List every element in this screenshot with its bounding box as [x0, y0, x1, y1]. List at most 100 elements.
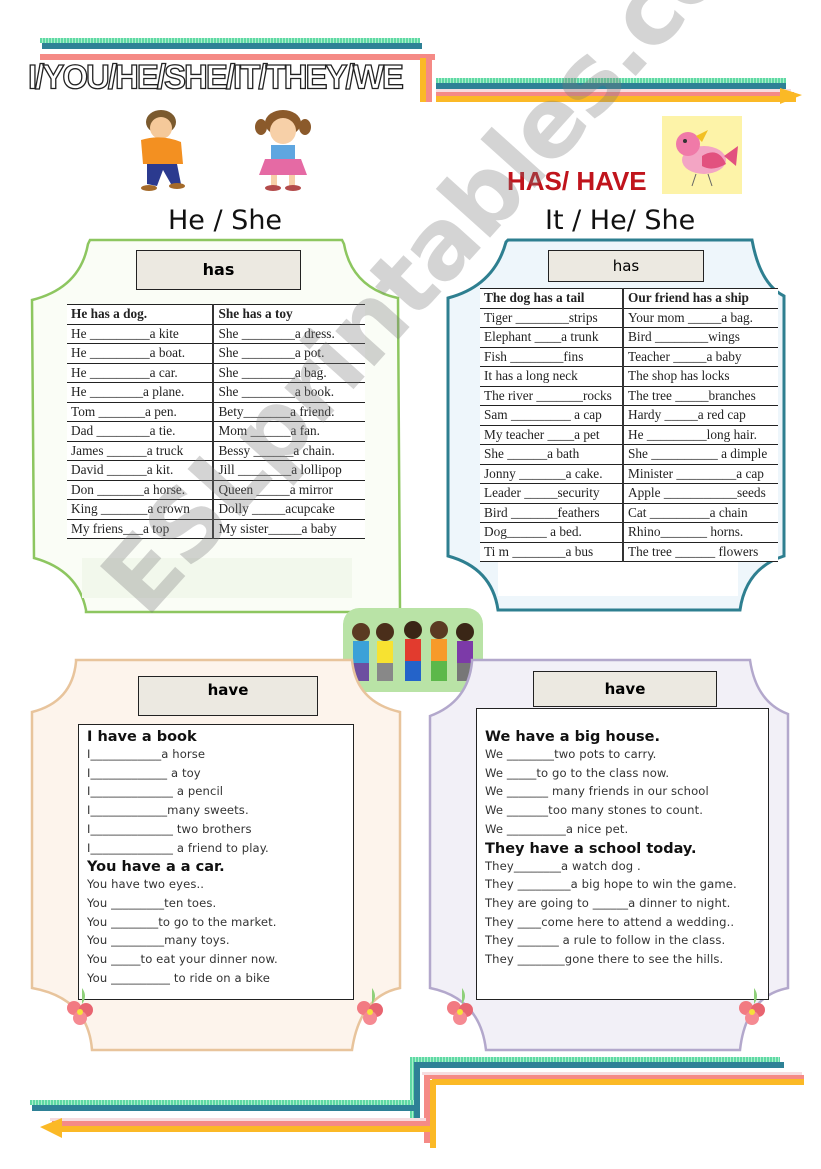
fill-in-blank-sentence[interactable]: He _________a car. [67, 362, 215, 383]
girl-image [247, 105, 319, 193]
example-sentence: She has a toy [213, 304, 365, 325]
fill-in-blank-sentence[interactable]: I______________ a friend to play. [87, 839, 345, 858]
example-sentence-i: I have a book [87, 729, 197, 745]
flower-icon [67, 988, 93, 1025]
exercise-table-it-he-she: The dog has a tail Our friend has a ship T… [480, 288, 778, 562]
fill-in-blank-sentence[interactable]: Tom _______a pen. [67, 401, 215, 422]
table-row: Tom _______a pen. Bety_______a friend. [67, 401, 365, 422]
fill-in-blank-sentence[interactable]: He ________a plane. [67, 382, 215, 403]
fill-in-blank-sentence[interactable]: The tree _____branches [623, 385, 778, 406]
fill-in-blank-sentence[interactable]: She ________a bag. [213, 362, 365, 383]
fill-in-blank-sentence[interactable]: You ________to go to the market. [87, 913, 345, 932]
example-sentence: The dog has a tail [480, 288, 624, 309]
fill-in-blank-sentence[interactable]: It has a long neck [480, 366, 624, 387]
fill-in-blank-sentence[interactable]: Jill ________a lollipop [213, 460, 365, 481]
fill-in-blank-sentence[interactable]: They are going to ______a dinner to nigh… [485, 894, 760, 913]
exercise-lines-we: We ________two pots to carry. We _____to … [485, 745, 760, 839]
fill-in-blank-sentence[interactable]: The tree ______ flowers [623, 541, 778, 562]
fill-in-blank-sentence[interactable]: King _______a crown [67, 499, 215, 520]
label-have: have [138, 676, 318, 716]
fill-in-blank-sentence[interactable]: Hardy _____a red cap [623, 405, 778, 426]
fill-in-blank-sentence[interactable]: Bird ________wings [623, 327, 778, 348]
fill-in-blank-sentence[interactable]: Don _______a horse. [67, 479, 215, 500]
table-row: King _______a crown Dolly _____acupcake [67, 499, 365, 520]
fill-in-blank-sentence[interactable]: He _________a kite [67, 323, 215, 344]
fill-in-blank-sentence[interactable]: They ____come here to attend a wedding.. [485, 913, 760, 932]
fill-in-blank-sentence[interactable]: Dolly _____acupcake [213, 499, 365, 520]
fill-in-blank-sentence[interactable]: Dad ________a tie. [67, 421, 215, 442]
fill-in-blank-sentence[interactable]: My sister_____a baby [213, 518, 365, 539]
fill-in-blank-sentence[interactable]: Your mom _____a bag. [623, 307, 778, 328]
fill-in-blank-sentence[interactable]: Apple ___________seeds [623, 483, 778, 504]
fill-in-blank-sentence[interactable]: James ______a truck [67, 440, 215, 461]
table-row: Dad ________a tie. Mom ______a fan. [67, 421, 365, 442]
table-row: He _________a car. She ________a bag. [67, 362, 365, 383]
fill-in-blank-sentence[interactable]: Ti m ________a bus [480, 541, 624, 562]
fill-in-blank-sentence[interactable]: We __________a nice pet. [485, 820, 760, 839]
fill-in-blank-sentence[interactable]: He _________long hair. [623, 424, 778, 445]
fill-in-blank-sentence[interactable]: You __________ to ride on a bike [87, 969, 345, 988]
fill-in-blank-sentence[interactable]: You _________many toys. [87, 931, 345, 950]
fill-in-blank-sentence[interactable]: I_____________ a toy [87, 764, 345, 783]
fill-in-blank-sentence[interactable]: They _______ a rule to follow in the cla… [485, 931, 760, 950]
fill-in-blank-sentence[interactable]: Bety_______a friend. [213, 401, 365, 422]
fill-in-blank-sentence[interactable]: Fish ________fins [480, 346, 624, 367]
table-row: James ______a truck Bessy ______a chain. [67, 440, 365, 461]
fill-in-blank-sentence[interactable]: We ________two pots to carry. [485, 745, 760, 764]
fill-in-blank-sentence[interactable]: Cat _________a chain [623, 502, 778, 523]
fill-in-blank-sentence[interactable]: She ________a book. [213, 382, 365, 403]
fill-in-blank-sentence[interactable]: I_____________many sweets. [87, 801, 345, 820]
fill-in-blank-sentence[interactable]: You _________ten toes. [87, 894, 345, 913]
fill-in-blank-sentence[interactable]: We _______too many stones to count. [485, 801, 760, 820]
fill-in-blank-sentence[interactable]: Elephant ____a trunk [480, 327, 624, 348]
table-row: David ______a kit. Jill ________a lollipo… [67, 460, 365, 481]
flower-icon [739, 988, 765, 1025]
example-sentence: He has a dog. [67, 304, 215, 325]
fill-in-blank-sentence[interactable]: She __________ a dimple [623, 444, 778, 465]
fill-in-blank-sentence[interactable]: The shop has locks [623, 366, 778, 387]
fill-in-blank-sentence[interactable]: They________a watch dog . [485, 857, 760, 876]
fill-in-blank-sentence[interactable]: She ______a bath [480, 444, 624, 465]
arrow-left-icon [40, 1118, 62, 1138]
fill-in-blank-sentence[interactable]: Leader _____security [480, 483, 624, 504]
fill-in-blank-sentence[interactable]: David ______a kit. [67, 460, 215, 481]
exercise-box-we-they: We have a big house. We ________two pots… [476, 708, 769, 1000]
fill-in-blank-sentence[interactable]: You have two eyes.. [87, 875, 345, 894]
fill-in-blank-sentence[interactable]: Teacher _____a baby [623, 346, 778, 367]
fill-in-blank-sentence[interactable]: Minister _________a cap [623, 463, 778, 484]
fill-in-blank-sentence[interactable]: Dog______ a bed. [480, 522, 624, 543]
fill-in-blank-sentence[interactable]: The river _______rocks [480, 385, 624, 406]
fill-in-blank-sentence[interactable]: They ________gone there to see the hills… [485, 950, 760, 969]
fill-in-blank-sentence[interactable]: You _____to eat your dinner now. [87, 950, 345, 969]
table-row: It has a long neck The shop has locks [480, 366, 778, 387]
arrow-right-icon [780, 88, 802, 104]
fill-in-blank-sentence[interactable]: Tiger ________strips [480, 307, 624, 328]
fill-in-blank-sentence[interactable]: He _________a boat. [67, 343, 215, 364]
table-row: He _________a boat. She ________a pot. [67, 343, 365, 364]
table-row: Dog______ a bed. Rhino_______ horns. [480, 522, 778, 543]
fill-in-blank-sentence[interactable]: Jonny _______a cake. [480, 463, 624, 484]
fill-in-blank-sentence[interactable]: Rhino_______ horns. [623, 522, 778, 543]
fill-in-blank-sentence[interactable]: Queen _____a mirror [213, 479, 365, 500]
table-row: Tiger ________strips Your mom _____a bag. [480, 307, 778, 328]
fill-in-blank-sentence[interactable]: We _____to go to the class now. [485, 764, 760, 783]
fill-in-blank-sentence[interactable]: Bessy ______a chain. [213, 440, 365, 461]
fill-in-blank-sentence[interactable]: We _______ many friends in our school [485, 782, 760, 801]
fill-in-blank-sentence[interactable]: My friens___a top [67, 518, 215, 539]
worksheet-heading: HAS/ HAVE [507, 166, 647, 196]
fill-in-blank-sentence[interactable]: She ________a dress. [213, 323, 365, 344]
fill-in-blank-sentence[interactable]: I____________a horse [87, 745, 345, 764]
flower-icon [357, 988, 383, 1025]
subheading-it-he-she: It / He/ She [545, 205, 696, 236]
fill-in-blank-sentence[interactable]: Bird _______feathers [480, 502, 624, 523]
fill-in-blank-sentence[interactable]: They _________a big hope to win the game… [485, 875, 760, 894]
boy-image [127, 106, 199, 194]
fill-in-blank-sentence[interactable]: Sam _________ a cap [480, 405, 624, 426]
fill-in-blank-sentence[interactable]: I______________ two brothers [87, 820, 345, 839]
fill-in-blank-sentence[interactable]: She ________a pot. [213, 343, 365, 364]
table-row: Jonny _______a cake. Minister _________a … [480, 463, 778, 484]
fill-in-blank-sentence[interactable]: Mom ______a fan. [213, 421, 365, 442]
fill-in-blank-sentence[interactable]: I______________ a pencil [87, 782, 345, 801]
fill-in-blank-sentence[interactable]: My teacher ____a pet [480, 424, 624, 445]
table-row: Don _______a horse. Queen _____a mirror [67, 479, 365, 500]
